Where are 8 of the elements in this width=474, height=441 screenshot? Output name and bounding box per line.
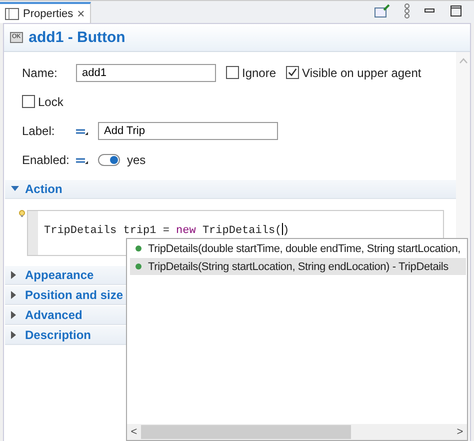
- checkbox-label: Ignore: [242, 66, 276, 80]
- checkbox-label: Lock: [38, 94, 64, 108]
- toggle-label: yes: [127, 152, 146, 166]
- field-label: Enabled:: [22, 152, 70, 166]
- panel-title: add1 - Button: [28, 29, 126, 46]
- field-label: Label:: [22, 124, 56, 138]
- field-label: Name:: [22, 66, 58, 80]
- checkbox-label: Visible on upper agent: [302, 66, 422, 80]
